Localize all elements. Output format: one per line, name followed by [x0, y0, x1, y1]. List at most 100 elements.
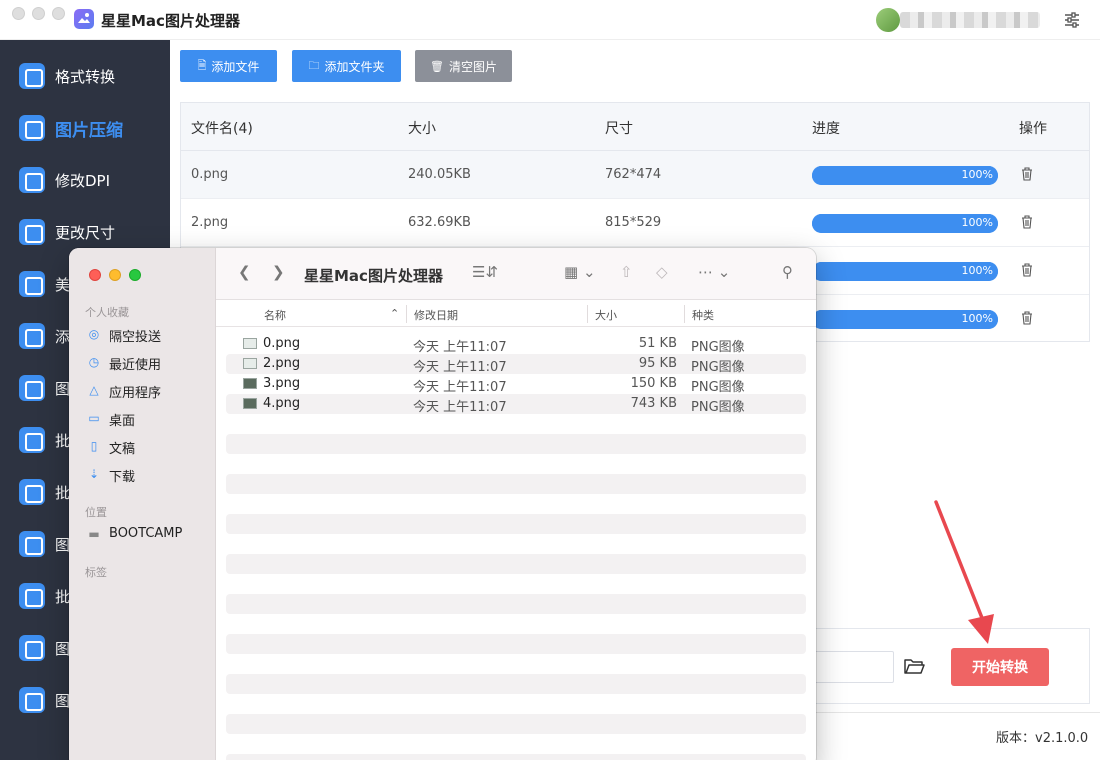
add-watermark-icon: [19, 323, 45, 349]
sidebar-item-dpi[interactable]: 修改DPI: [0, 155, 170, 207]
finder-window[interactable]: 个人收藏 ◎ 隔空投送 ◷ 最近使用 △ 应用程序 ▭ 桌面 ▯ 文稿 ⇣ 下载…: [69, 248, 816, 760]
sidebar-item-bootcamp[interactable]: ▬ BOOTCAMP: [87, 524, 212, 544]
finder-sidebar: 个人收藏 ◎ 隔空投送 ◷ 最近使用 △ 应用程序 ▭ 桌面 ▯ 文稿 ⇣ 下载…: [69, 248, 216, 760]
sidebar-item-label: 格式转换: [55, 68, 116, 86]
sidebar-item-image-compress[interactable]: 图片压缩: [0, 103, 170, 155]
finder-zoom-button[interactable]: [129, 269, 141, 281]
delete-icon[interactable]: [1021, 263, 1033, 277]
clock-icon: ◷: [88, 355, 100, 369]
username-blurred: [900, 12, 1040, 28]
trash-icon: 🗑: [430, 59, 444, 73]
list-item[interactable]: 0.png 今天 上午11:07 51 KB PNG图像: [226, 334, 806, 355]
table-header: 文件名(4) 大小 尺寸 进度 操作: [181, 103, 1089, 151]
user-avatar[interactable]: [876, 8, 900, 32]
finder-file-size: 743 KB: [630, 396, 677, 411]
file-size: 240.05KB: [408, 167, 471, 182]
file-name: 0.png: [191, 167, 229, 182]
footer-divider: [790, 712, 1100, 713]
progress-bar: 100%: [812, 214, 998, 233]
finder-file-date: 今天 上午11:07: [413, 400, 507, 415]
sidebar-item-label: 图: [55, 536, 71, 554]
column-name[interactable]: 名称: [264, 307, 286, 323]
empty-row: [226, 634, 806, 654]
finder-file-kind: PNG图像: [691, 360, 745, 375]
sidebar-item-desktop[interactable]: ▭ 桌面: [87, 408, 212, 429]
finder-item-label: 应用程序: [109, 386, 162, 401]
progress-text: 100%: [961, 168, 993, 181]
finder-minimize-button[interactable]: [109, 269, 121, 281]
delete-icon[interactable]: [1021, 167, 1033, 181]
finder-column-header: 名称 ⌃ 修改日期 大小 种类: [216, 301, 816, 327]
image-compress-icon: [19, 115, 45, 141]
list-item[interactable]: 3.png 今天 上午11:07 150 KB PNG图像: [226, 374, 806, 395]
delete-icon[interactable]: [1021, 215, 1033, 229]
finder-item-label: 下载: [109, 470, 136, 485]
empty-row: [226, 594, 806, 614]
minimize-window-button[interactable]: [32, 7, 45, 20]
sidebar-item-label: 批: [55, 484, 71, 502]
favorites-section-title: 个人收藏: [85, 306, 129, 319]
sidebar-item-label: 批: [55, 588, 71, 606]
disk-icon: ▬: [88, 527, 100, 541]
start-convert-button[interactable]: 开始转换: [951, 648, 1049, 686]
applications-icon: △: [89, 383, 99, 397]
progress-text: 100%: [961, 312, 993, 325]
batch-crop-icon: [19, 583, 45, 609]
finder-close-button[interactable]: [89, 269, 101, 281]
finder-item-label: 隔空投送: [109, 330, 162, 345]
sidebar-item-airdrop[interactable]: ◎ 隔空投送: [87, 324, 212, 345]
image-tool-icon: [19, 375, 45, 401]
back-chevron-icon[interactable]: ❮: [238, 263, 251, 281]
beautify-icon: [19, 271, 45, 297]
open-folder-icon[interactable]: [903, 656, 925, 676]
column-separator: [587, 305, 588, 323]
add-file-button[interactable]: 🗎 添加文件: [180, 50, 277, 82]
tag-icon[interactable]: ◇: [656, 263, 668, 281]
file-name: 2.png: [191, 215, 229, 230]
sidebar-item-downloads[interactable]: ⇣ 下载: [87, 464, 212, 485]
list-item[interactable]: 4.png 今天 上午11:07 743 KB PNG图像: [226, 394, 806, 415]
sidebar-item-label: 美: [55, 276, 71, 294]
sidebar-item-documents[interactable]: ▯ 文稿: [87, 436, 212, 457]
png-thumbnail-icon: [243, 378, 257, 389]
add-folder-button[interactable]: 🗀 添加文件夹: [292, 50, 401, 82]
table-row[interactable]: 0.png 240.05KB 762*474 100%: [181, 151, 1089, 199]
finder-file-size: 51 KB: [638, 336, 677, 351]
finder-toolbar: ❮ ❯ 星星Mac图片处理器 ☰⇵ ▦ ⌄ ⇧ ◇ ⋯ ⌄ ⚲: [216, 248, 816, 300]
list-view-icon[interactable]: ☰⇵: [472, 263, 498, 281]
file-dimensions: 815*529: [605, 215, 662, 230]
column-separator: [684, 305, 685, 323]
more-options-icon[interactable]: ⋯ ⌄: [698, 263, 730, 281]
search-icon[interactable]: ⚲: [782, 263, 793, 281]
sidebar-item-label: 图片压缩: [55, 121, 123, 141]
layers-icon: [19, 687, 45, 713]
version-label: 版本：v2.1.0.0: [996, 731, 1089, 746]
column-date[interactable]: 修改日期: [414, 307, 458, 323]
share-icon[interactable]: ⇧: [620, 263, 633, 281]
settings-sliders-icon[interactable]: [1062, 10, 1082, 30]
locations-section-title: 位置: [85, 506, 107, 519]
column-kind[interactable]: 种类: [692, 307, 714, 323]
column-size[interactable]: 大小: [595, 307, 617, 323]
delete-icon[interactable]: [1021, 311, 1033, 325]
sidebar-item-label: 图: [55, 692, 71, 710]
finder-file-name: 0.png: [263, 336, 301, 351]
close-window-button[interactable]: [12, 7, 25, 20]
list-item[interactable]: 2.png 今天 上午11:07 95 KB PNG图像: [226, 354, 806, 375]
group-icon[interactable]: ▦ ⌄: [564, 263, 596, 281]
png-thumbnail-icon: [243, 358, 257, 369]
file-icon: 🗎: [197, 58, 207, 72]
clear-images-button[interactable]: 🗑 清空图片: [415, 50, 512, 82]
tags-section-title: 标签: [85, 566, 107, 579]
airdrop-icon: ◎: [88, 327, 100, 341]
sidebar-item-format-convert[interactable]: 格式转换: [0, 51, 170, 103]
sidebar-item-recents[interactable]: ◷ 最近使用: [87, 352, 212, 373]
resize-icon: [19, 219, 45, 245]
column-separator: [406, 305, 407, 323]
add-folder-label: 添加文件夹: [324, 59, 385, 74]
zoom-window-button[interactable]: [52, 7, 65, 20]
annotation-arrow-icon: [934, 500, 994, 644]
sidebar-item-applications[interactable]: △ 应用程序: [87, 380, 212, 401]
forward-chevron-icon[interactable]: ❯: [272, 263, 285, 281]
table-row[interactable]: 2.png 632.69KB 815*529 100%: [181, 199, 1089, 247]
